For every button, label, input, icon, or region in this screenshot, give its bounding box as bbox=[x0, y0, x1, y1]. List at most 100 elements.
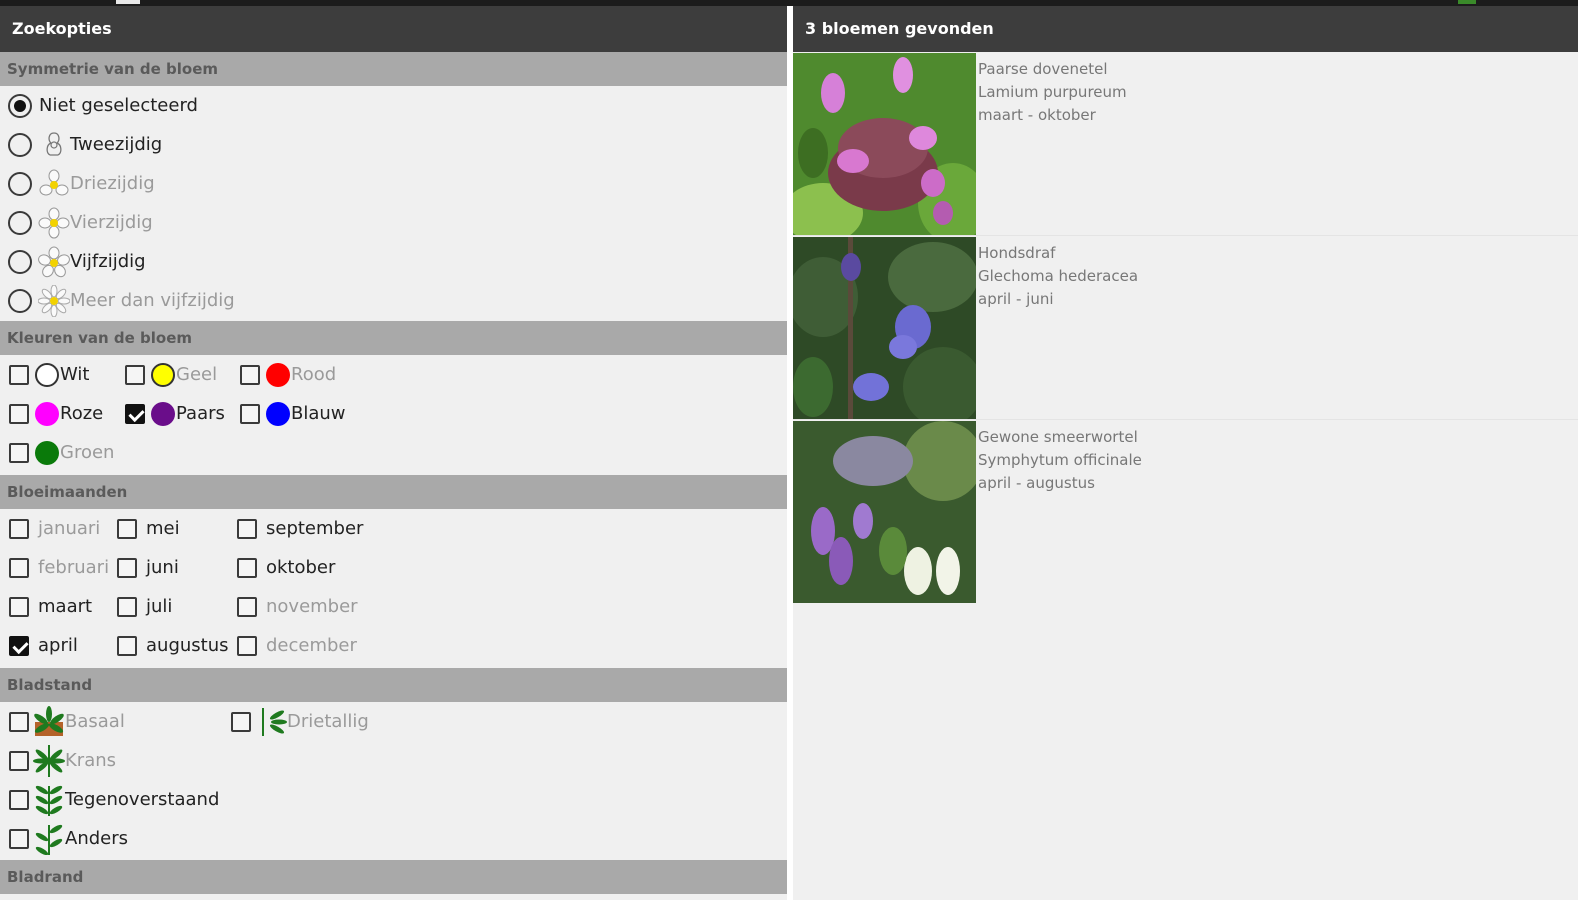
month-option-februari[interactable]: februari bbox=[9, 548, 109, 587]
checkbox[interactable] bbox=[9, 518, 29, 539]
blue-swatch-icon bbox=[266, 401, 290, 426]
result-latin-name: Lamium purpureum bbox=[978, 83, 1127, 101]
color-option-yellow[interactable]: Geel bbox=[125, 355, 217, 394]
option-label: Driezijdig bbox=[70, 173, 155, 194]
option-label: augustus bbox=[146, 635, 229, 656]
checkbox[interactable] bbox=[237, 518, 257, 539]
checkbox[interactable] bbox=[237, 557, 257, 578]
option-label: Paars bbox=[176, 403, 225, 424]
option-label: Blauw bbox=[291, 403, 346, 424]
result-item[interactable]: Hondsdraf Glechoma hederacea april - jun… bbox=[793, 236, 1578, 420]
month-option-oktober[interactable]: oktober bbox=[237, 548, 335, 587]
checkbox[interactable] bbox=[125, 403, 145, 424]
radio-button[interactable] bbox=[8, 210, 32, 235]
checkbox[interactable] bbox=[9, 596, 29, 617]
radio-button[interactable] bbox=[8, 171, 32, 196]
option-label: juni bbox=[146, 557, 179, 578]
month-option-augustus[interactable]: augustus bbox=[117, 626, 229, 665]
checkbox[interactable] bbox=[237, 635, 257, 656]
result-item[interactable]: Gewone smeerwortel Symphytum officinale … bbox=[793, 420, 1578, 604]
three-petal-flower-icon bbox=[39, 169, 69, 195]
purple-swatch-icon bbox=[151, 401, 175, 426]
month-option-april[interactable]: april bbox=[9, 626, 78, 665]
checkbox[interactable] bbox=[117, 635, 137, 656]
symmetry-option-four[interactable]: Vierzijdig bbox=[0, 203, 153, 242]
option-label: Basaal bbox=[65, 711, 125, 732]
checkbox[interactable] bbox=[9, 635, 29, 656]
checkbox[interactable] bbox=[237, 596, 257, 617]
symmetry-option-none[interactable]: Niet geselecteerd bbox=[0, 86, 198, 125]
leaf-option-krans[interactable]: Krans bbox=[9, 741, 116, 780]
leaf-margin-header: Bladrand bbox=[0, 860, 787, 894]
option-label: Geel bbox=[176, 364, 218, 385]
checkbox[interactable] bbox=[117, 518, 137, 539]
month-option-december[interactable]: december bbox=[237, 626, 357, 665]
option-label: juli bbox=[146, 596, 173, 617]
symmetry-option-bilateral[interactable]: Tweezijdig bbox=[0, 125, 162, 164]
month-option-mei[interactable]: mei bbox=[117, 509, 180, 548]
month-option-juli[interactable]: juli bbox=[117, 587, 172, 626]
green-swatch-icon bbox=[35, 440, 59, 465]
leaf-option-basaal[interactable]: Basaal bbox=[9, 702, 125, 741]
checkbox[interactable] bbox=[9, 711, 29, 732]
radio-button[interactable] bbox=[8, 249, 32, 274]
month-option-juni[interactable]: juni bbox=[117, 548, 179, 587]
yellow-swatch-icon bbox=[151, 362, 175, 387]
ground-ivy-photo bbox=[793, 237, 976, 419]
leaf-option-drietallig[interactable]: Drietallig bbox=[231, 702, 369, 741]
checkbox[interactable] bbox=[240, 364, 260, 385]
month-option-november[interactable]: november bbox=[237, 587, 358, 626]
result-common-name: Paarse dovenetel bbox=[978, 60, 1108, 78]
radio-button[interactable] bbox=[8, 132, 32, 157]
checkbox[interactable] bbox=[9, 828, 29, 849]
option-label: Vierzijdig bbox=[70, 212, 153, 233]
checkbox[interactable] bbox=[9, 789, 29, 810]
result-common-name: Hondsdraf bbox=[978, 244, 1056, 262]
month-option-maart[interactable]: maart bbox=[9, 587, 92, 626]
basal-leaf-icon bbox=[34, 705, 64, 736]
checkbox[interactable] bbox=[117, 557, 137, 578]
radio-button[interactable] bbox=[8, 288, 32, 313]
battery-indicator bbox=[1458, 0, 1476, 4]
symmetry-option-five[interactable]: Vijfzijdig bbox=[0, 242, 146, 281]
month-option-januari[interactable]: januari bbox=[9, 509, 100, 548]
checkbox[interactable] bbox=[117, 596, 137, 617]
checkbox[interactable] bbox=[240, 403, 260, 424]
opposite-leaf-icon bbox=[35, 785, 63, 816]
leaf-option-anders[interactable]: Anders bbox=[9, 819, 128, 858]
checkbox[interactable] bbox=[9, 442, 29, 463]
checkbox[interactable] bbox=[231, 711, 251, 732]
symmetry-option-many[interactable]: Meer dan vijfzijdig bbox=[0, 281, 235, 320]
status-indicator bbox=[116, 0, 140, 4]
many-petal-flower-icon bbox=[38, 284, 70, 317]
color-option-blue[interactable]: Blauw bbox=[240, 394, 346, 433]
checkbox[interactable] bbox=[9, 750, 29, 771]
color-option-purple[interactable]: Paars bbox=[125, 394, 225, 433]
option-label: Meer dan vijfzijdig bbox=[70, 290, 235, 311]
results-panel[interactable]: 3 bloemen gevonden Paarse dovenetel Lami… bbox=[793, 6, 1578, 900]
radio-button[interactable] bbox=[8, 93, 32, 118]
month-option-september[interactable]: september bbox=[237, 509, 363, 548]
color-option-pink[interactable]: Roze bbox=[9, 394, 103, 433]
option-label: Tweezijdig bbox=[70, 134, 163, 155]
color-option-red[interactable]: Rood bbox=[240, 355, 336, 394]
option-label: februari bbox=[38, 557, 110, 578]
search-options-title: Zoekopties bbox=[0, 6, 787, 52]
option-label: mei bbox=[146, 518, 180, 539]
option-label: november bbox=[266, 596, 358, 617]
symmetry-option-three[interactable]: Driezijdig bbox=[0, 164, 155, 203]
months-header: Bloeimaanden bbox=[0, 475, 787, 509]
color-option-white[interactable]: Wit bbox=[9, 355, 89, 394]
purple-deadnettle-photo bbox=[793, 53, 976, 235]
option-label: Tegenoverstaand bbox=[65, 789, 220, 810]
color-option-green[interactable]: Groen bbox=[9, 433, 114, 472]
five-petal-flower-icon bbox=[38, 246, 70, 277]
checkbox[interactable] bbox=[125, 364, 145, 385]
checkbox[interactable] bbox=[9, 364, 29, 385]
search-options-panel[interactable]: Zoekopties Symmetrie van de bloem Niet g… bbox=[0, 6, 787, 900]
checkbox[interactable] bbox=[9, 557, 29, 578]
comfrey-photo bbox=[793, 421, 976, 603]
result-item[interactable]: Paarse dovenetel Lamium purpureum maart … bbox=[793, 52, 1578, 236]
checkbox[interactable] bbox=[9, 403, 29, 424]
leaf-option-tegenoverstaand[interactable]: Tegenoverstaand bbox=[9, 780, 219, 819]
